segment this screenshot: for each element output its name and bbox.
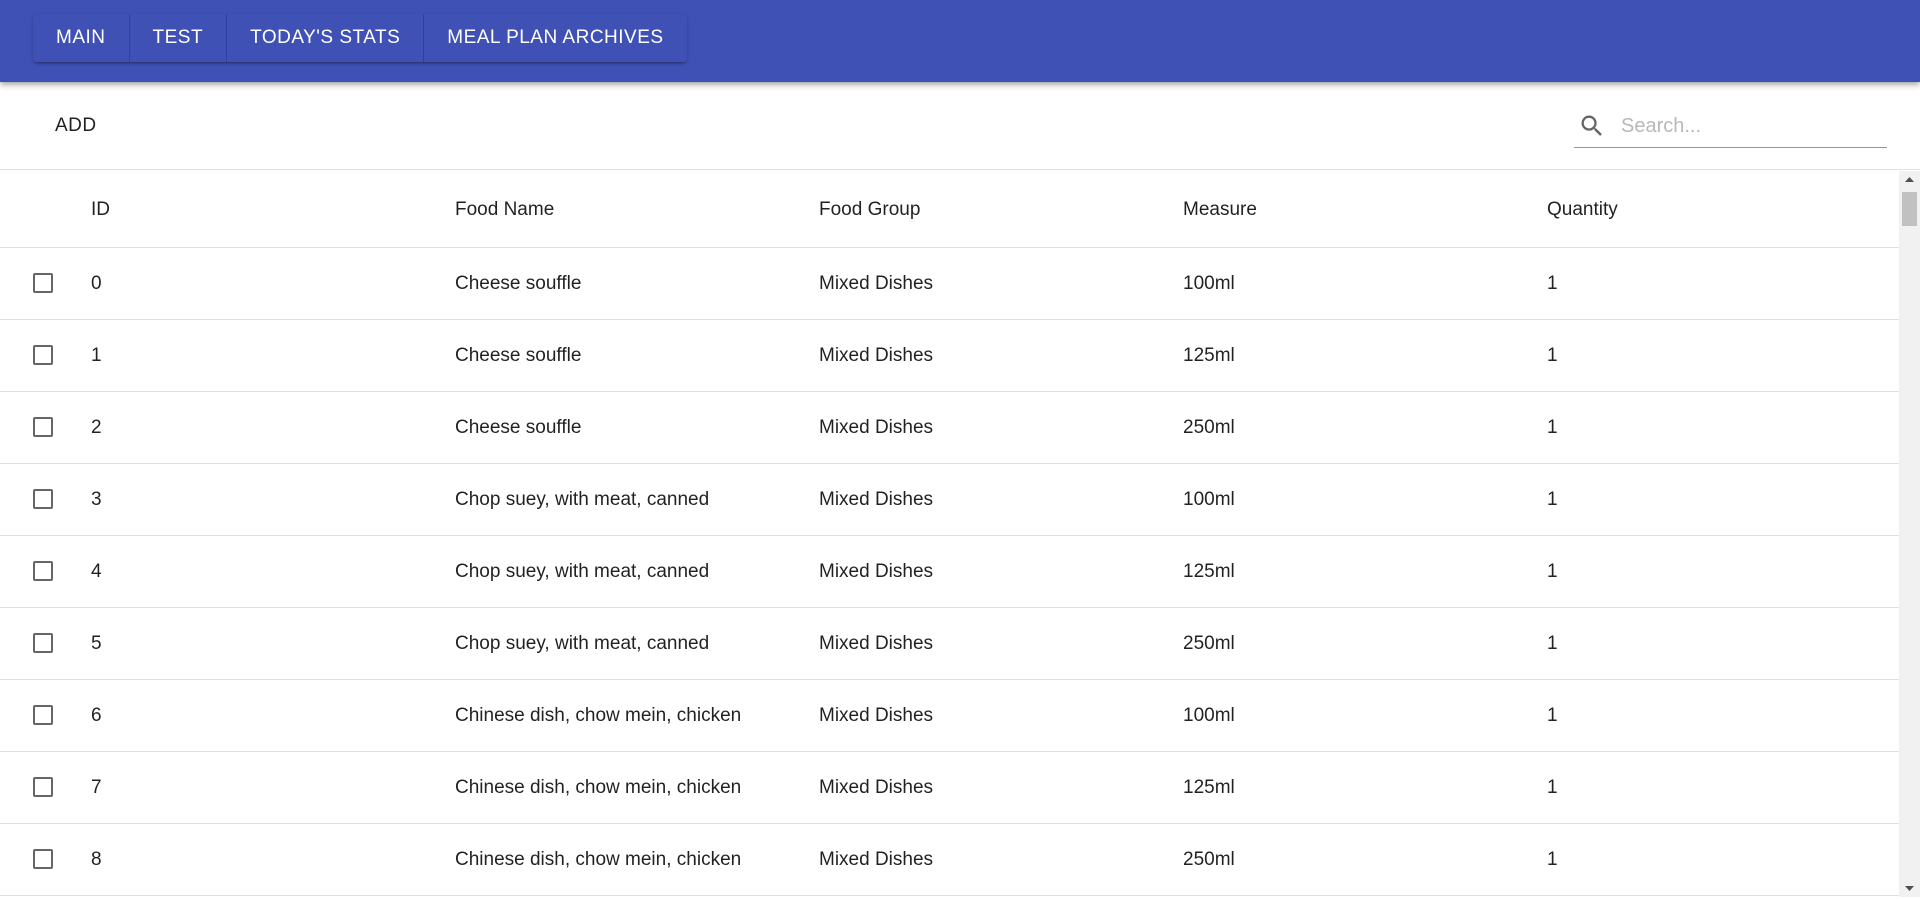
- cell-food-name: Chop suey, with meat, canned: [455, 561, 710, 582]
- nav-button-group: Main Test Today's Stats Meal Plan Archiv…: [33, 14, 687, 62]
- cell-measure: 125ml: [1183, 345, 1235, 366]
- cell-quantity: 1: [1547, 417, 1558, 438]
- table-row[interactable]: 1 Cheese souffle Mixed Dishes 125ml 1: [0, 320, 1899, 392]
- cell-measure: 250ml: [1183, 633, 1235, 654]
- app-bar: Main Test Today's Stats Meal Plan Archiv…: [0, 0, 1920, 82]
- cell-food-group: Mixed Dishes: [819, 273, 934, 294]
- table-row[interactable]: 6 Chinese dish, chow mein, chicken Mixed…: [0, 680, 1899, 752]
- cell-quantity: 1: [1547, 561, 1558, 582]
- row-checkbox[interactable]: [33, 273, 53, 293]
- cell-measure: 100ml: [1183, 489, 1235, 510]
- cell-id: 5: [91, 633, 102, 654]
- cell-food-name: Cheese souffle: [455, 273, 582, 294]
- nav-main-button[interactable]: Main: [33, 14, 130, 62]
- cell-food-group: Mixed Dishes: [819, 849, 934, 870]
- cell-food-name: Cheese souffle: [455, 345, 582, 366]
- scroll-up-arrow-icon[interactable]: [1899, 171, 1920, 188]
- cell-food-group: Mixed Dishes: [819, 417, 934, 438]
- cell-quantity: 1: [1547, 777, 1558, 798]
- cell-quantity: 1: [1547, 345, 1558, 366]
- table-toolbar: Add: [0, 82, 1920, 170]
- cell-id: 8: [91, 849, 102, 870]
- add-button[interactable]: Add: [40, 104, 112, 148]
- table-header: ID Food Name Food Group Measure Quantity: [0, 171, 1899, 248]
- cell-measure: 125ml: [1183, 561, 1235, 582]
- nav-test-button[interactable]: Test: [129, 14, 228, 62]
- table-row[interactable]: 7 Chinese dish, chow mein, chicken Mixed…: [0, 752, 1899, 824]
- cell-food-name: Chinese dish, chow mein, chicken: [455, 777, 742, 798]
- row-checkbox[interactable]: [33, 849, 53, 869]
- cell-food-group: Mixed Dishes: [819, 561, 934, 582]
- vertical-scrollbar[interactable]: [1899, 171, 1920, 897]
- table-row[interactable]: 8 Chinese dish, chow mein, chicken Mixed…: [0, 824, 1899, 896]
- scroll-down-arrow-icon[interactable]: [1899, 880, 1920, 897]
- table-row[interactable]: 5 Chop suey, with meat, canned Mixed Dis…: [0, 608, 1899, 680]
- cell-food-name: Cheese souffle: [455, 417, 582, 438]
- column-header-measure[interactable]: Measure: [1183, 171, 1257, 248]
- cell-quantity: 1: [1547, 705, 1558, 726]
- cell-id: 7: [91, 777, 102, 798]
- table-row[interactable]: 3 Chop suey, with meat, canned Mixed Dis…: [0, 464, 1899, 536]
- row-checkbox[interactable]: [33, 417, 53, 437]
- cell-id: 4: [91, 561, 102, 582]
- cell-id: 1: [91, 345, 102, 366]
- row-checkbox[interactable]: [33, 777, 53, 797]
- column-header-food-group[interactable]: Food Group: [819, 171, 920, 248]
- table-row[interactable]: 2 Cheese souffle Mixed Dishes 250ml 1: [0, 392, 1899, 464]
- cell-id: 3: [91, 489, 102, 510]
- search-icon: [1581, 115, 1602, 136]
- table-row[interactable]: 0 Cheese souffle Mixed Dishes 100ml 1: [0, 248, 1899, 320]
- cell-food-group: Mixed Dishes: [819, 777, 934, 798]
- cell-quantity: 1: [1547, 273, 1558, 294]
- row-checkbox[interactable]: [33, 705, 53, 725]
- cell-food-name: Chinese dish, chow mein, chicken: [455, 705, 742, 726]
- cell-measure: 250ml: [1183, 417, 1235, 438]
- cell-quantity: 1: [1547, 633, 1558, 654]
- food-table: ID Food Name Food Group Measure Quantity…: [0, 171, 1899, 897]
- cell-measure: 250ml: [1183, 849, 1235, 870]
- cell-measure: 100ml: [1183, 705, 1235, 726]
- cell-measure: 100ml: [1183, 273, 1235, 294]
- nav-todays-stats-button[interactable]: Today's Stats: [227, 14, 425, 62]
- column-header-id[interactable]: ID: [91, 171, 110, 248]
- nav-meal-plan-archives-button[interactable]: Meal Plan Archives: [424, 14, 687, 62]
- cell-id: 0: [91, 273, 102, 294]
- cell-id: 6: [91, 705, 102, 726]
- search-input[interactable]: [1619, 110, 1883, 142]
- cell-food-group: Mixed Dishes: [819, 345, 934, 366]
- cell-food-group: Mixed Dishes: [819, 633, 934, 654]
- row-checkbox[interactable]: [33, 561, 53, 581]
- cell-food-name: Chinese dish, chow mein, chicken: [455, 849, 742, 870]
- cell-quantity: 1: [1547, 489, 1558, 510]
- column-header-quantity[interactable]: Quantity: [1547, 171, 1618, 248]
- cell-food-group: Mixed Dishes: [819, 489, 934, 510]
- cell-food-name: Chop suey, with meat, canned: [455, 489, 710, 510]
- column-header-food-name[interactable]: Food Name: [455, 171, 554, 248]
- scrollbar-thumb[interactable]: [1902, 192, 1917, 226]
- row-checkbox[interactable]: [33, 345, 53, 365]
- row-checkbox[interactable]: [33, 633, 53, 653]
- cell-quantity: 1: [1547, 849, 1558, 870]
- cell-food-group: Mixed Dishes: [819, 705, 934, 726]
- cell-id: 2: [91, 417, 102, 438]
- cell-food-name: Chop suey, with meat, canned: [455, 633, 710, 654]
- cell-measure: 125ml: [1183, 777, 1235, 798]
- row-checkbox[interactable]: [33, 489, 53, 509]
- table-row[interactable]: 4 Chop suey, with meat, canned Mixed Dis…: [0, 536, 1899, 608]
- search-field: [1574, 102, 1887, 148]
